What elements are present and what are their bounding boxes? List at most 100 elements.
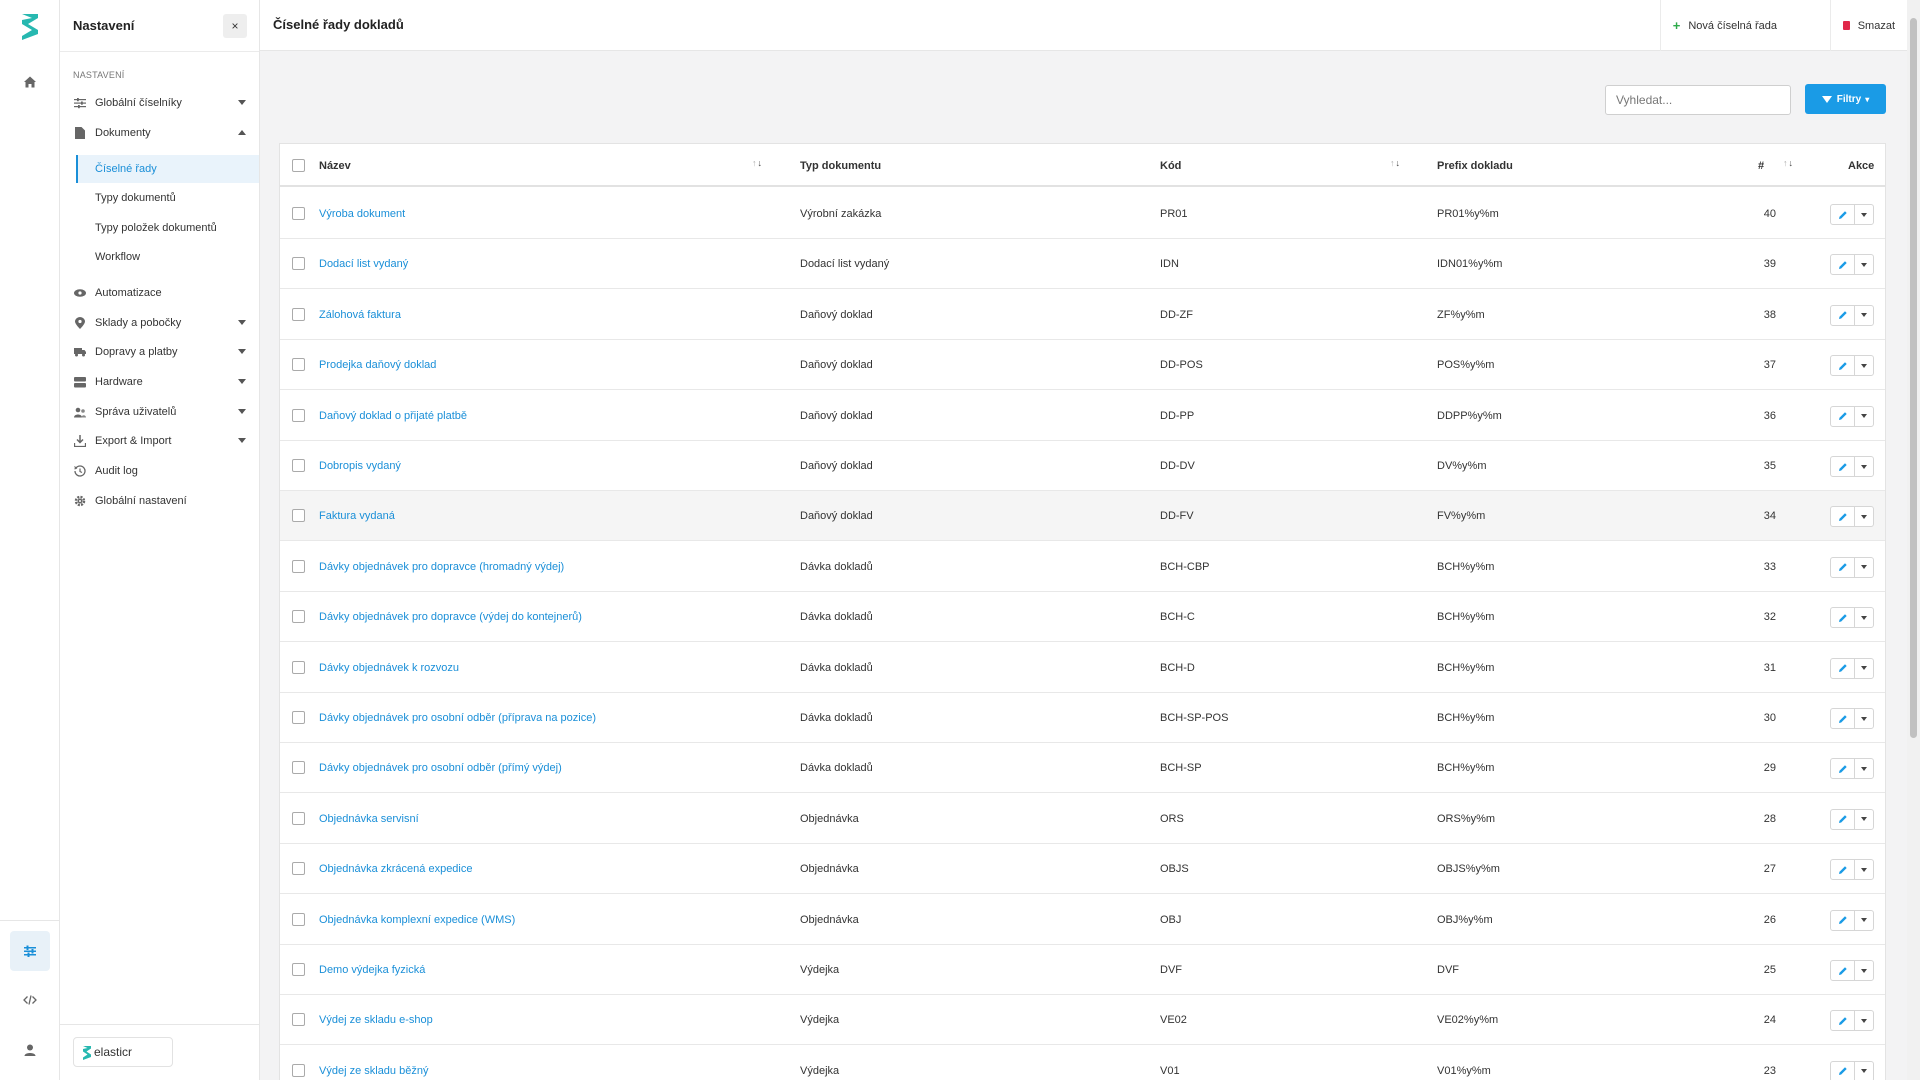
column-header-prefix[interactable]: Prefix dokladu (1437, 144, 1513, 187)
scrollbar-thumb[interactable] (1910, 18, 1917, 738)
row-checkbox[interactable] (292, 660, 305, 674)
table-row[interactable]: Dávky objednávek pro dopravce (hromadný … (280, 542, 1885, 592)
table-row[interactable]: Prodejka daňový doklad Daňový doklad DD-PO… (280, 340, 1885, 391)
edit-button[interactable] (1831, 910, 1855, 930)
edit-button[interactable] (1831, 658, 1855, 678)
row-checkbox[interactable] (292, 408, 305, 422)
row-checkbox[interactable] (292, 711, 305, 724)
page-scrollbar[interactable] (1907, 0, 1920, 1080)
sidebar-item-documents[interactable]: Dokumenty (60, 120, 259, 146)
row-name-link[interactable]: Objednávka servisní (319, 794, 419, 844)
logo-icon[interactable] (19, 12, 41, 42)
row-name-link[interactable]: Výdej ze skladu běžný (319, 1046, 428, 1080)
row-menu-button[interactable] (1855, 1011, 1873, 1030)
row-menu-button[interactable] (1855, 961, 1873, 980)
edit-button[interactable] (1831, 961, 1855, 980)
row-checkbox[interactable] (292, 811, 305, 825)
table-row[interactable]: Výdej ze skladu e-shop Výdejka VE02 VE02%y%… (280, 995, 1885, 1046)
table-row[interactable]: Výroba dokument Výrobní zakázka PR01 PR01%y… (280, 189, 1885, 239)
row-checkbox[interactable] (292, 963, 305, 976)
row-menu-button[interactable] (1855, 1062, 1873, 1080)
row-checkbox[interactable] (292, 912, 305, 926)
table-row[interactable]: Dávky objednávek pro osobní odběr (přímý… (280, 743, 1885, 794)
edit-button[interactable] (1831, 1011, 1855, 1031)
sidebar-item-warehouses[interactable]: Sklady a pobočky (60, 310, 259, 336)
row-name-link[interactable]: Objednávka zkrácená expedice (319, 844, 472, 894)
row-name-link[interactable]: Objednávka komplexní expedice (WMS) (319, 895, 515, 945)
edit-button[interactable] (1831, 507, 1855, 527)
row-menu-button[interactable] (1855, 860, 1873, 879)
row-checkbox[interactable] (292, 1063, 305, 1077)
sidebar-item-global-settings[interactable]: Globální nastavení (60, 488, 259, 514)
row-name-link[interactable]: Dávky objednávek pro dopravce (výdej do … (319, 592, 582, 642)
row-checkbox[interactable] (292, 257, 305, 271)
row-name-link[interactable]: Dodací list vydaný (319, 239, 408, 289)
sidebar-subitem-workflow[interactable]: Workflow (76, 243, 259, 271)
edit-button[interactable] (1831, 860, 1855, 880)
filter-button[interactable]: Filtry ▾ (1805, 84, 1886, 114)
row-checkbox[interactable] (292, 761, 305, 775)
edit-button[interactable] (1831, 255, 1855, 275)
row-name-link[interactable]: Dávky objednávek k rozvozu (319, 643, 459, 693)
user-button[interactable] (10, 1030, 50, 1070)
edit-button[interactable] (1831, 608, 1855, 628)
row-checkbox[interactable] (292, 610, 305, 624)
edit-button[interactable] (1831, 305, 1855, 325)
row-name-link[interactable]: Daňový doklad o přijaté platbě (319, 391, 467, 441)
table-row[interactable]: Dávky objednávek pro dopravce (výdej do … (280, 592, 1885, 643)
table-row[interactable]: Objednávka zkrácená expedice Objednávka OB… (280, 844, 1885, 895)
row-checkbox[interactable] (292, 459, 305, 472)
row-name-link[interactable]: Dávky objednávek pro dopravce (hromadný … (319, 542, 564, 592)
sidebar-item-global-lists[interactable]: Globální číselníky (60, 90, 259, 116)
settings-button[interactable] (10, 931, 50, 971)
sidebar-item-hardware[interactable]: Hardware (60, 369, 259, 395)
row-menu-button[interactable] (1855, 759, 1873, 778)
sort-icon[interactable]: ↑↓ (752, 158, 763, 168)
table-row[interactable]: Objednávka servisní Objednávka ORS ORS%y%m 2… (280, 794, 1885, 844)
row-name-link[interactable]: Výroba dokument (319, 189, 405, 239)
row-menu-button[interactable] (1855, 608, 1873, 627)
column-header-doc-type[interactable]: Typ dokumentu (800, 144, 881, 187)
row-checkbox[interactable] (292, 358, 305, 372)
edit-button[interactable] (1831, 759, 1855, 779)
row-menu-button[interactable] (1855, 407, 1873, 426)
row-menu-button[interactable] (1855, 356, 1873, 375)
brand-logo[interactable]: elasticr (73, 1037, 173, 1067)
table-row[interactable]: Zálohová faktura Daňový doklad DD-ZF ZF%y%m… (280, 290, 1885, 340)
table-row[interactable]: Dávky objednávek k rozvozu Dávka dokladů B… (280, 643, 1885, 693)
row-checkbox[interactable] (292, 307, 305, 321)
row-menu-button[interactable] (1855, 507, 1873, 526)
row-menu-button[interactable] (1855, 659, 1873, 678)
row-name-link[interactable]: Dávky objednávek pro osobní odběr (přímý… (319, 743, 562, 793)
edit-button[interactable] (1831, 557, 1855, 577)
sidebar-item-audit-log[interactable]: Audit log (60, 458, 259, 484)
column-header-code[interactable]: Kód (1160, 144, 1181, 187)
sidebar-subitem-item-types[interactable]: Typy položek dokumentů (76, 214, 259, 242)
edit-button[interactable] (1831, 406, 1855, 426)
table-row[interactable]: Dobropis vydaný Daňový doklad DD-DV DV%y%m 3… (280, 441, 1885, 491)
row-menu-button[interactable] (1855, 457, 1873, 476)
row-checkbox[interactable] (292, 862, 305, 876)
sort-icon[interactable]: ↑↓ (1390, 158, 1401, 168)
table-row[interactable]: Dávky objednávek pro osobní odběr (přípr… (280, 693, 1885, 743)
table-row[interactable]: Demo výdejka fyzická Výdejka DVF DVF 25 (280, 945, 1885, 995)
row-menu-button[interactable] (1855, 810, 1873, 829)
row-name-link[interactable]: Výdej ze skladu e-shop (319, 995, 433, 1045)
row-name-link[interactable]: Prodejka daňový doklad (319, 340, 436, 390)
table-row[interactable]: Výdej ze skladu běžný Výdejka V01 V01%y%m 23 (280, 1046, 1885, 1080)
table-row[interactable]: Dodací list vydaný Dodací list vydaný IDN I… (280, 239, 1885, 290)
search-input[interactable] (1605, 85, 1791, 115)
row-name-link[interactable]: Zálohová faktura (319, 290, 401, 340)
row-name-link[interactable]: Faktura vydaná (319, 491, 395, 541)
row-checkbox[interactable] (292, 509, 305, 523)
edit-button[interactable] (1831, 457, 1855, 476)
row-name-link[interactable]: Dávky objednávek pro osobní odběr (přípr… (319, 693, 596, 743)
row-checkbox[interactable] (292, 1013, 305, 1027)
sidebar-item-shipping-payments[interactable]: Dopravy a platby (60, 339, 259, 365)
row-menu-button[interactable] (1855, 306, 1873, 325)
column-header-name[interactable]: Název (319, 144, 351, 187)
row-name-link[interactable]: Demo výdejka fyzická (319, 945, 425, 995)
edit-button[interactable] (1831, 356, 1855, 376)
row-menu-button[interactable] (1855, 558, 1873, 577)
developer-button[interactable] (10, 980, 50, 1020)
